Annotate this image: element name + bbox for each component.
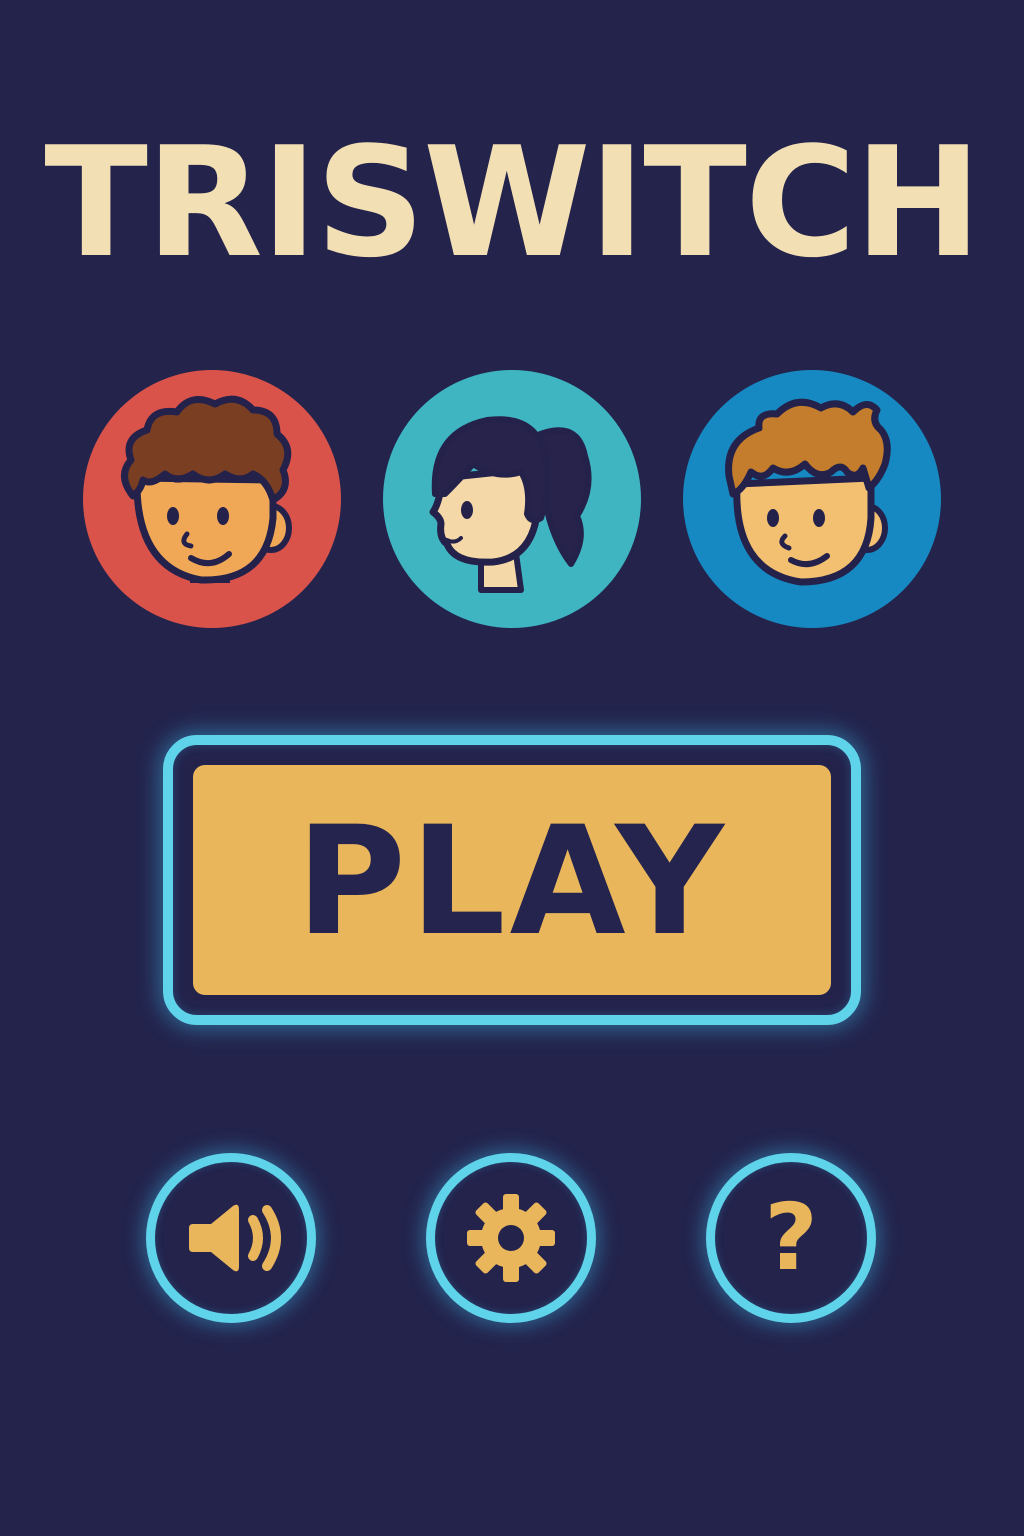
play-button[interactable]: PLAY — [163, 735, 861, 1025]
curly-boy-face-icon — [83, 370, 341, 628]
play-button-label: PLAY — [296, 795, 728, 969]
settings-button[interactable] — [426, 1153, 596, 1323]
help-button[interactable]: ? — [706, 1153, 876, 1323]
game-title: TRISWITCH — [44, 114, 981, 291]
spiky-boy-face-icon — [683, 370, 941, 628]
character-select — [0, 368, 1024, 630]
sound-button[interactable] — [146, 1153, 316, 1323]
character-ponytail-girl[interactable] — [381, 368, 643, 630]
character-curly-hair-boy[interactable] — [81, 368, 343, 630]
gear-icon — [467, 1194, 555, 1282]
question-icon: ? — [764, 1184, 818, 1291]
character-spiky-hair-boy[interactable] — [681, 368, 943, 630]
ponytail-girl-face-icon — [383, 370, 641, 628]
speaker-icon — [189, 1204, 281, 1272]
title-screen: TRISWITCH PLAY ? — [0, 0, 1024, 1536]
play-button-face: PLAY — [185, 757, 839, 1003]
